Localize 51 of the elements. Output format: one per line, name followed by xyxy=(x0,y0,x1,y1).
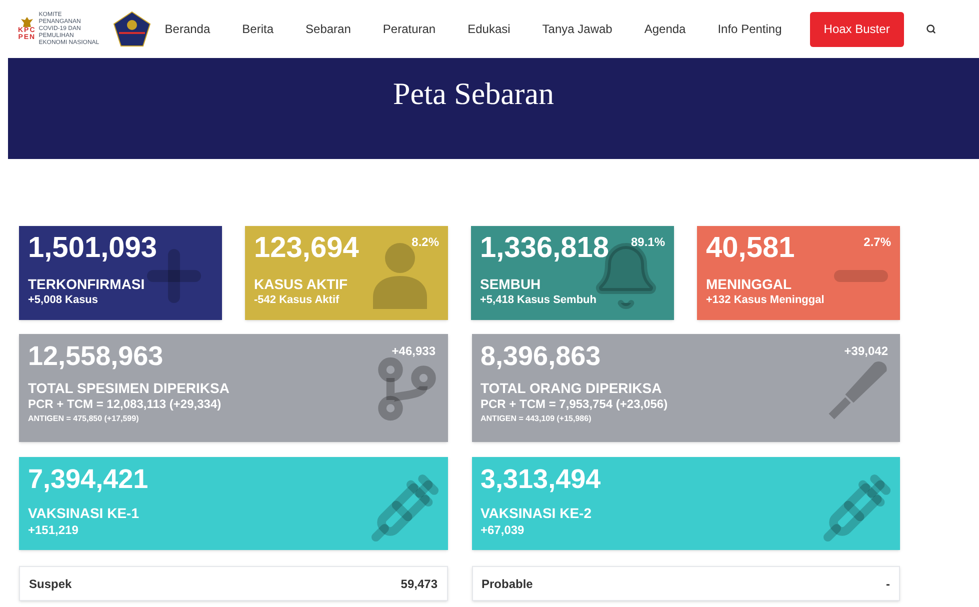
stat-change: -542 Kasus Aktif xyxy=(254,293,340,308)
search-icon[interactable] xyxy=(926,24,936,34)
hoax-buster-button[interactable]: Hoax Buster xyxy=(810,12,904,46)
pcr-text: PCR + TCM = 7,953,754 (+23,056) xyxy=(480,396,668,413)
nav-link[interactable]: Tanya Jawab xyxy=(542,20,612,38)
syringe-icon xyxy=(822,473,892,543)
stat-value: 7,394,421 xyxy=(28,463,148,496)
stat-label: TOTAL ORANG DIPERIKSA xyxy=(480,380,662,396)
stat-value: 3,313,494 xyxy=(480,463,601,496)
antigen-text: ANTIGEN = 475,850 (+17,599) xyxy=(28,413,139,425)
stat-change: +5,418 Kasus Sembuh xyxy=(480,293,596,308)
stat-label: TERKONFIRMASI xyxy=(28,276,145,292)
antigen-text: ANTIGEN = 443,109 (+15,986) xyxy=(480,413,592,425)
increase-text: +39,042 xyxy=(844,343,888,360)
pcr-text: PCR + TCM = 12,083,113 (+29,334) xyxy=(28,396,222,413)
stat-value: 1,501,093 xyxy=(28,231,158,266)
stat-change: +5,008 Kasus xyxy=(28,293,98,308)
stat-label: TOTAL SPESIMEN DIPERIKSA xyxy=(28,380,230,396)
stat-value: 1,336,818 xyxy=(480,231,610,266)
stat-value: 8,396,863 xyxy=(480,340,601,373)
nav-link[interactable]: Edukasi xyxy=(468,20,510,38)
shield-logo-icon xyxy=(112,11,151,47)
stat-label: MENINGGAL xyxy=(706,276,792,292)
stat-value: 12,558,963 xyxy=(28,340,164,373)
row-value: 59,473 xyxy=(400,576,438,592)
stat-change: +67,039 xyxy=(480,522,524,539)
row-value: - xyxy=(886,576,890,592)
percent-text: 2.7% xyxy=(864,234,891,251)
nav-link[interactable]: Info Penting xyxy=(718,20,782,38)
nav-link[interactable]: Berita xyxy=(242,20,274,38)
row-label: Probable xyxy=(482,576,533,592)
stat-label: VAKSINASI KE-2 xyxy=(480,505,592,521)
minus-icon xyxy=(834,270,888,282)
syringe-icon xyxy=(370,473,440,543)
nav-link[interactable]: Peraturan xyxy=(382,20,436,38)
nav-link[interactable]: Beranda xyxy=(164,20,210,38)
emblem-icon xyxy=(20,17,33,27)
nav-link[interactable]: Sebaran xyxy=(306,20,351,38)
banner-title: Peta Sebaran xyxy=(393,75,554,113)
percent-text: 89.1% xyxy=(630,234,665,251)
stat-label: VAKSINASI KE-1 xyxy=(28,505,139,521)
stat-value: 123,694 xyxy=(254,231,359,266)
row-label: Suspek xyxy=(29,576,72,592)
stat-label: SEMBUH xyxy=(480,276,541,292)
percent-text: 8.2% xyxy=(412,234,439,251)
stat-value: 40,581 xyxy=(706,231,795,266)
stat-change: +151,219 xyxy=(28,522,78,539)
nav-link[interactable]: Agenda xyxy=(644,20,686,38)
stat-label: KASUS AKTIF xyxy=(254,276,348,292)
increase-text: +46,933 xyxy=(392,343,436,360)
stat-change: +132 Kasus Meninggal xyxy=(706,293,824,308)
